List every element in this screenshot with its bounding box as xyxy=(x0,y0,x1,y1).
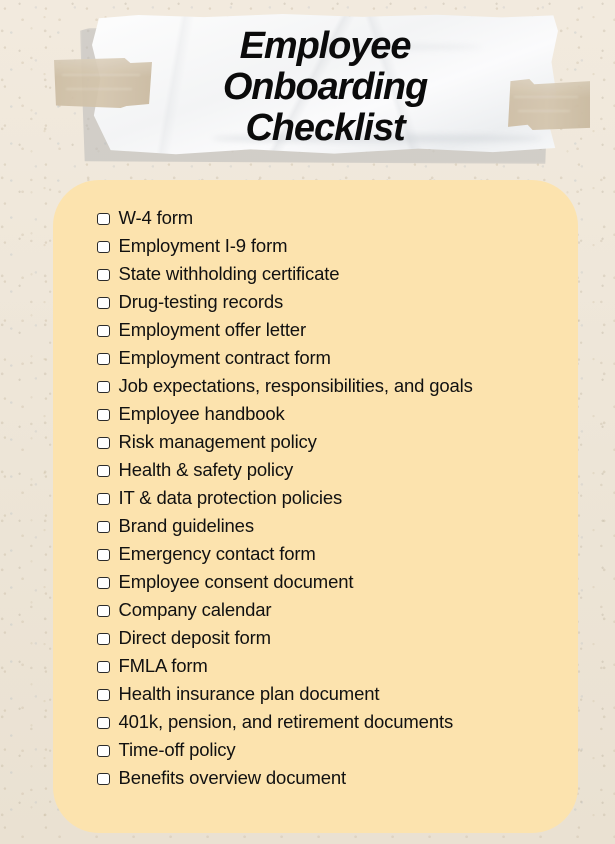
checklist-item-label: Job expectations, responsibilities, and … xyxy=(118,375,473,396)
checklist-item[interactable]: W-4 form xyxy=(97,204,560,232)
checklist-item-label: Health & safety policy xyxy=(118,459,294,480)
checkbox-icon[interactable] xyxy=(97,408,110,422)
checkbox-icon[interactable] xyxy=(97,268,110,282)
checklist-item-label: Time-off policy xyxy=(118,739,236,760)
checklist-item[interactable]: Employee consent document xyxy=(97,568,560,596)
checklist-item[interactable]: Employee handbook xyxy=(97,400,560,428)
checklist-item[interactable]: Employment contract form xyxy=(97,344,560,372)
page-title: Employee Onboarding Checklist xyxy=(222,25,428,149)
checklist-item-label: Company calendar xyxy=(118,599,272,620)
checkbox-icon[interactable] xyxy=(97,632,110,646)
checklist-item-label: Risk management policy xyxy=(118,431,317,452)
checkbox-icon[interactable] xyxy=(97,604,110,618)
checkbox-icon[interactable] xyxy=(97,492,110,506)
checklist-item[interactable]: Risk management policy xyxy=(97,428,560,456)
title-banner: Employee Onboarding Checklist xyxy=(0,0,615,176)
checklist-item[interactable]: FMLA form xyxy=(97,652,560,680)
checkbox-icon[interactable] xyxy=(97,212,110,226)
checkbox-icon[interactable] xyxy=(97,380,110,394)
checklist-item-label: Drug-testing records xyxy=(118,291,284,312)
checkbox-icon[interactable] xyxy=(97,660,110,674)
checkbox-icon[interactable] xyxy=(97,240,110,254)
checkbox-icon[interactable] xyxy=(97,688,110,702)
checklist-item-label: IT & data protection policies xyxy=(118,487,343,508)
checklist-item-label: FMLA form xyxy=(118,655,208,676)
checklist-item-label: 401k, pension, and retirement documents xyxy=(118,711,454,732)
checklist-item[interactable]: Employment I-9 form xyxy=(97,232,560,260)
checklist-item[interactable]: Direct deposit form xyxy=(97,624,560,652)
checkbox-icon[interactable] xyxy=(97,324,110,338)
checklist-item-label: Direct deposit form xyxy=(118,627,272,648)
checklist-item-label: W-4 form xyxy=(118,207,194,228)
checkbox-icon[interactable] xyxy=(97,576,110,590)
checklist-item[interactable]: 401k, pension, and retirement documents xyxy=(97,708,560,736)
checklist-item-label: Employment contract form xyxy=(118,347,331,368)
checklist-item[interactable]: IT & data protection policies xyxy=(97,484,560,512)
checklist-item-label: Employee handbook xyxy=(118,403,285,424)
checklist-item-label: State withholding certificate xyxy=(118,263,340,284)
checklist-item[interactable]: Company calendar xyxy=(97,596,560,624)
checklist-item-label: Health insurance plan document xyxy=(118,683,380,704)
checkbox-icon[interactable] xyxy=(97,548,110,562)
checkbox-icon[interactable] xyxy=(97,744,110,758)
checkbox-icon[interactable] xyxy=(97,436,110,450)
checkbox-icon[interactable] xyxy=(97,464,110,478)
checklist-item[interactable]: Job expectations, responsibilities, and … xyxy=(97,372,560,400)
checkbox-icon[interactable] xyxy=(97,352,110,366)
checkbox-icon[interactable] xyxy=(97,716,110,730)
checkbox-icon[interactable] xyxy=(97,772,110,786)
checkbox-icon[interactable] xyxy=(97,520,110,534)
checklist: W-4 form Employment I-9 form State withhol… xyxy=(97,204,560,792)
checklist-item-label: Employment I-9 form xyxy=(118,235,288,256)
checklist-item-label: Benefits overview document xyxy=(118,767,347,788)
poster: Employee Onboarding Checklist W-4 form Em… xyxy=(0,0,615,844)
checklist-item-label: Employment offer letter xyxy=(118,319,307,340)
checklist-item[interactable]: Brand guidelines xyxy=(97,512,560,540)
checklist-card: W-4 form Employment I-9 form State withhol… xyxy=(53,180,578,833)
checklist-item-label: Emergency contact form xyxy=(118,543,316,564)
checklist-item-label: Employee consent document xyxy=(118,571,354,592)
checklist-item[interactable]: Drug-testing records xyxy=(97,288,560,316)
checkbox-icon[interactable] xyxy=(97,296,110,310)
checklist-item[interactable]: State withholding certificate xyxy=(97,260,560,288)
checklist-item[interactable]: Employment offer letter xyxy=(97,316,560,344)
checklist-item[interactable]: Health insurance plan document xyxy=(97,680,560,708)
checklist-item[interactable]: Time-off policy xyxy=(97,736,560,764)
checklist-item[interactable]: Benefits overview document xyxy=(97,764,560,792)
checklist-item[interactable]: Health & safety policy xyxy=(97,456,560,484)
checklist-item[interactable]: Emergency contact form xyxy=(97,540,560,568)
checklist-item-label: Brand guidelines xyxy=(118,515,255,536)
